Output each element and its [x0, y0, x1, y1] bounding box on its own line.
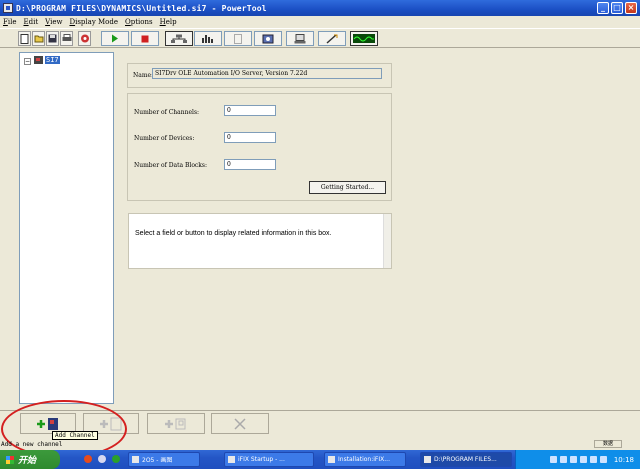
- help-icon[interactable]: [78, 31, 91, 46]
- info-box: Select a field or button to display rela…: [128, 213, 392, 269]
- tray-display-icon[interactable]: [589, 456, 597, 463]
- menu-file[interactable]: File: [3, 18, 16, 26]
- task-ifix-startup[interactable]: iFIX Startup - ...: [224, 452, 314, 467]
- installer-icon: [328, 456, 335, 463]
- channel-tree[interactable]: − SI7: [19, 52, 114, 404]
- delete-button[interactable]: [211, 413, 269, 434]
- devices-label: Number of Devices:: [134, 135, 195, 142]
- tree-node-root[interactable]: SI7: [34, 56, 60, 64]
- print-icon[interactable]: [60, 31, 73, 46]
- paint-icon: [132, 456, 139, 463]
- window-title: D:\PROGRAM FILES\DYNAMICS\Untitled.si7 -…: [16, 3, 267, 13]
- menu-view[interactable]: View: [45, 18, 62, 26]
- taskbar: 开始 2O5 - 画图 iFIX Startup - ... Installat…: [0, 450, 640, 469]
- menu-bar: File Edit View Display Mode Options Help: [0, 16, 640, 28]
- start-label: 开始: [18, 456, 37, 466]
- system-tray: 10:18: [515, 450, 640, 469]
- task-label: iFIX Startup - ...: [238, 456, 285, 463]
- status-text: Add a new channel: [1, 441, 63, 448]
- wand-icon[interactable]: [318, 31, 346, 46]
- gear-icon[interactable]: [254, 31, 282, 46]
- chart-icon[interactable]: [194, 31, 222, 46]
- windows-logo-icon: [6, 455, 14, 464]
- menu-help[interactable]: Help: [160, 18, 177, 26]
- browser-icon[interactable]: [84, 455, 92, 463]
- computer-icon[interactable]: [286, 31, 314, 46]
- play-icon[interactable]: [101, 31, 129, 46]
- start-button[interactable]: 开始: [0, 450, 60, 469]
- task-label: D:\PROGRAM FILES...: [434, 456, 497, 463]
- tray-update-icon[interactable]: [579, 456, 587, 463]
- status-mode: 数据: [594, 440, 622, 448]
- info-scrollbar[interactable]: [383, 214, 391, 268]
- save-icon[interactable]: [46, 31, 59, 46]
- task-paint[interactable]: 2O5 - 画图: [128, 452, 200, 467]
- clock[interactable]: 10:18: [614, 456, 634, 464]
- channels-field[interactable]: 0: [224, 105, 276, 116]
- name-label: Name:: [133, 72, 154, 79]
- new-icon[interactable]: [18, 31, 31, 46]
- tree-node-label: SI7: [45, 56, 60, 64]
- task-label: Installation:iFIX...: [338, 456, 390, 463]
- ifix-icon: [228, 456, 235, 463]
- task-powertool[interactable]: D:\PROGRAM FILES...: [420, 452, 512, 467]
- menu-edit[interactable]: Edit: [23, 18, 38, 26]
- server-icon: [34, 56, 43, 64]
- document-icon[interactable]: [224, 31, 252, 46]
- devices-field[interactable]: 0: [224, 132, 276, 143]
- app-icon: [3, 3, 13, 13]
- powertool-icon: [424, 456, 431, 463]
- tray-volume-icon[interactable]: [559, 456, 567, 463]
- maximize-button[interactable]: □: [611, 2, 623, 14]
- media-icon[interactable]: [98, 455, 106, 463]
- channels-label: Number of Channels:: [134, 109, 200, 116]
- task-installation[interactable]: Installation:iFIX...: [324, 452, 406, 467]
- close-button[interactable]: ×: [625, 2, 637, 14]
- launcher-icon[interactable]: [112, 455, 120, 463]
- menu-display-mode[interactable]: Display Mode: [69, 18, 118, 26]
- open-icon[interactable]: [32, 31, 45, 46]
- info-text: Select a field or button to display rela…: [135, 230, 332, 237]
- menu-options[interactable]: Options: [125, 18, 153, 26]
- task-label: 2O5 - 画图: [142, 457, 173, 464]
- stop-icon[interactable]: [131, 31, 159, 46]
- waveform-icon[interactable]: [350, 31, 378, 46]
- add-data-block-button[interactable]: [147, 413, 205, 434]
- network-icon[interactable]: [165, 31, 193, 46]
- toolbar: [0, 28, 640, 48]
- tree-expander-icon[interactable]: −: [24, 58, 31, 65]
- blocks-field[interactable]: 0: [224, 159, 276, 170]
- tray-security-icon[interactable]: [569, 456, 577, 463]
- tray-network-icon[interactable]: [549, 456, 557, 463]
- tooltip: Add Channel: [52, 431, 98, 440]
- blocks-label: Number of Data Blocks:: [134, 162, 208, 169]
- tray-misc-icon[interactable]: [599, 456, 607, 463]
- title-bar[interactable]: D:\PROGRAM FILES\DYNAMICS\Untitled.si7 -…: [0, 0, 640, 16]
- getting-started-button[interactable]: Getting Started...: [309, 181, 386, 194]
- minimize-button[interactable]: _: [597, 2, 609, 14]
- name-field: SI7Drv OLE Automation I/O Server, Versio…: [152, 68, 382, 79]
